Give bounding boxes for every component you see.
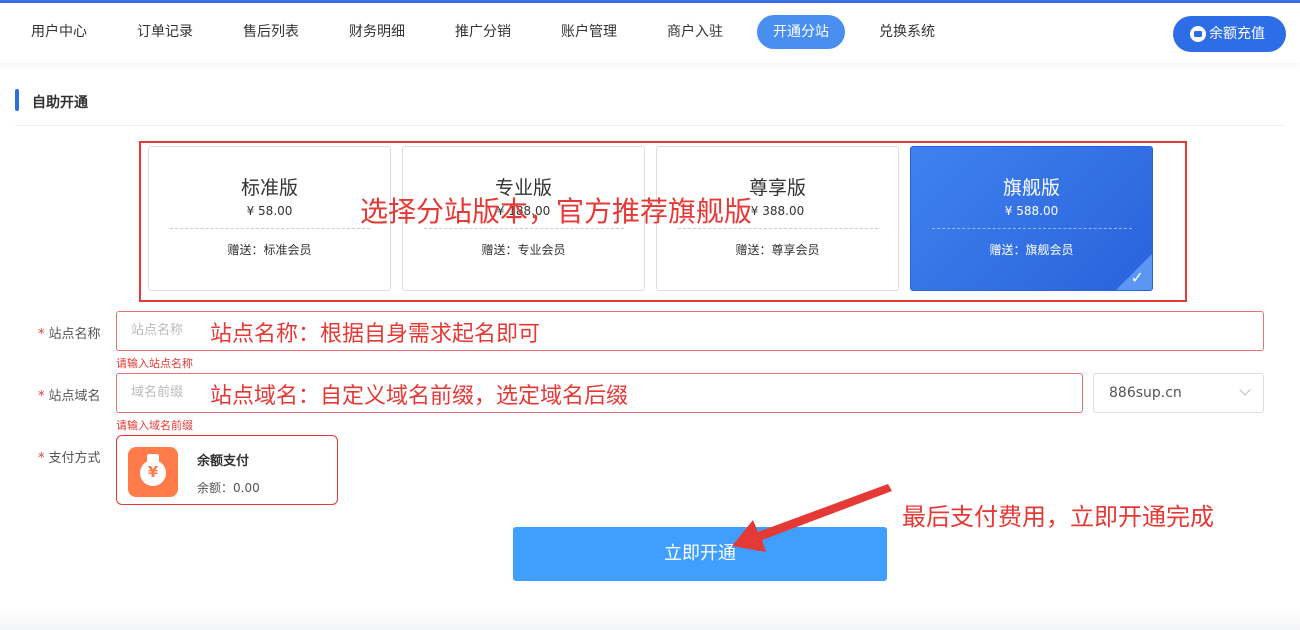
payment-option-balance[interactable]: ¥ 余额支付 余额：0.00 — [116, 435, 338, 505]
wallet-icon — [1190, 26, 1206, 42]
section-divider — [15, 125, 1285, 126]
annotation-submit: 最后支付费用，立即开通完成 — [902, 503, 1214, 531]
plan-divider — [931, 228, 1132, 229]
domain-suffix-select[interactable]: 886sup.cn — [1093, 373, 1264, 413]
nav-item-finance[interactable]: 财务明细 — [333, 15, 421, 49]
plan-card-flagship[interactable]: 旗舰版 ¥ 588.00 赠送：旗舰会员 ✓ — [910, 146, 1153, 291]
nav-item-promotion[interactable]: 推广分销 — [439, 15, 527, 49]
payment-label: * 支付方式 — [38, 451, 101, 466]
section-marker — [15, 89, 19, 111]
payment-method-name: 余额支付 — [197, 454, 250, 469]
plan-name: 旗舰版 — [1002, 177, 1060, 199]
plan-name: 标准版 — [240, 177, 298, 199]
plan-divider — [169, 228, 370, 229]
nav-item-account[interactable]: 账户管理 — [545, 15, 633, 49]
nav-item-after-sales[interactable]: 售后列表 — [227, 15, 315, 49]
nav-item-user-center[interactable]: 用户中心 — [15, 15, 103, 49]
recharge-button[interactable]: 余额充值 — [1173, 16, 1286, 52]
plan-gift: 赠送：专业会员 — [481, 243, 566, 257]
site-domain-label: * 站点域名 — [38, 389, 101, 404]
section-title: 自助开通 — [32, 95, 88, 111]
domain-suffix-value: 886sup.cn — [1109, 385, 1182, 401]
plan-card-standard[interactable]: 标准版 ¥ 58.00 赠送：标准会员 — [148, 146, 391, 291]
footer-shadow — [0, 612, 1300, 630]
domain-prefix-error: 请输入域名前缀 — [116, 419, 193, 432]
site-name-label: * 站点名称 — [38, 327, 101, 342]
payment-balance: 余额：0.00 — [197, 481, 260, 495]
nav-item-open-substation[interactable]: 开通分站 — [757, 15, 845, 49]
nav-item-merchant[interactable]: 商户入驻 — [651, 15, 739, 49]
nav-item-exchange[interactable]: 兑换系统 — [863, 15, 951, 49]
annotation-arrow-icon — [732, 484, 892, 552]
plan-price: ¥ 58.00 — [246, 204, 293, 218]
chevron-down-icon — [1239, 384, 1251, 396]
site-name-error: 请输入站点名称 — [116, 357, 193, 370]
nav-item-orders[interactable]: 订单记录 — [121, 15, 209, 49]
checkmark-icon: ✓ — [1130, 268, 1144, 287]
plan-price: ¥ 588.00 — [1004, 204, 1059, 218]
annotation-site-domain: 站点域名：自定义域名前缀，选定域名后缀 — [210, 384, 629, 409]
plan-gift: 赠送：尊享会员 — [735, 243, 820, 257]
money-bag-icon: ¥ — [128, 447, 178, 497]
annotation-site-name: 站点名称：根据自身需求起名即可 — [210, 322, 541, 347]
top-nav: 用户中心 订单记录 售后列表 财务明细 推广分销 账户管理 商户入驻 开通分站 … — [0, 3, 1300, 63]
plan-gift: 赠送：标准会员 — [227, 243, 312, 257]
annotation-plans: 选择分站版本，官方推荐旗舰版 — [360, 195, 753, 228]
recharge-label: 余额充值 — [1209, 26, 1265, 42]
